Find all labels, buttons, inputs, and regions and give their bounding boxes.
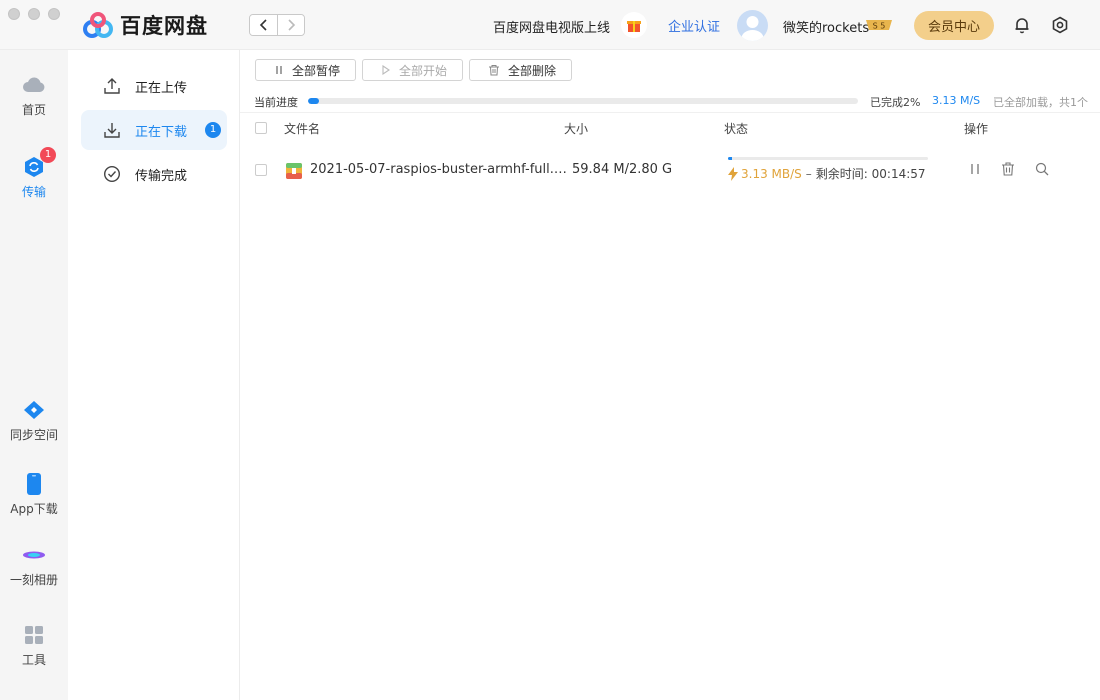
lightning-icon bbox=[728, 166, 738, 181]
transfer-badge: 1 bbox=[40, 147, 56, 163]
rail-label: 同步空间 bbox=[9, 428, 58, 442]
chevron-left-icon bbox=[259, 19, 267, 31]
check-circle-icon bbox=[103, 165, 121, 183]
tv-promo-link[interactable]: 百度网盘电视版上线 bbox=[493, 17, 610, 36]
rail-item-home[interactable]: 首页 bbox=[0, 73, 68, 118]
trash-icon bbox=[489, 65, 500, 76]
download-count-badge: 1 bbox=[205, 122, 221, 138]
chevron-right-icon bbox=[288, 19, 296, 31]
row-separator: – bbox=[805, 166, 812, 181]
pause-icon[interactable] bbox=[969, 162, 981, 176]
gift-button[interactable] bbox=[621, 12, 647, 38]
row-speed: 3.13 MB/S bbox=[741, 166, 802, 181]
start-all-label: 全部开始 bbox=[399, 63, 448, 78]
progress-total-text: 已全部加载，共1个 bbox=[993, 96, 1088, 109]
search-icon[interactable] bbox=[1035, 162, 1049, 176]
row-status: 3.13 MB/S – 剩余时间: 00:14:57 bbox=[728, 165, 926, 182]
trash-icon[interactable] bbox=[1001, 162, 1015, 176]
progress-label: 当前进度 bbox=[254, 96, 298, 109]
toolbar: 全部暂停 全部开始 全部删除 bbox=[255, 59, 578, 81]
row-checkbox[interactable] bbox=[255, 164, 267, 176]
upload-icon bbox=[104, 78, 120, 94]
rail-label: 一刻相册 bbox=[9, 573, 58, 587]
left-rail: 首页 1 传输 同步空间 App下载 一刻相册 工具 bbox=[0, 50, 68, 700]
subnav-label: 传输完成 bbox=[135, 168, 188, 184]
phone-icon bbox=[27, 473, 41, 495]
rail-label: 工具 bbox=[21, 653, 46, 667]
bell-icon[interactable] bbox=[1013, 16, 1031, 34]
rail-icon-wrap: 1 bbox=[22, 147, 56, 179]
app-name: 百度网盘 bbox=[120, 14, 208, 38]
row-remaining-time: 剩余时间: 00:14:57 bbox=[815, 167, 926, 181]
user-avatar-icon bbox=[741, 16, 764, 41]
subnav-uploading[interactable]: 正在上传 bbox=[81, 66, 227, 106]
row-progress-track bbox=[728, 157, 928, 160]
transfer-subnav: 正在上传 正在下载 1 传输完成 bbox=[68, 50, 240, 700]
gift-icon bbox=[627, 21, 641, 32]
subnav-downloading[interactable]: 正在下载 1 bbox=[81, 110, 227, 150]
main-panel: 全部暂停 全部开始 全部删除 当前进度 已完成2% 3.13 M/S 已全部加载… bbox=[240, 50, 1100, 700]
pause-all-label: 全部暂停 bbox=[292, 63, 341, 78]
rail-label: 首页 bbox=[21, 103, 46, 117]
rail-label: App下载 bbox=[10, 502, 58, 516]
forward-button[interactable] bbox=[277, 15, 304, 35]
overall-progress: 当前进度 已完成2% 3.13 M/S 已全部加载，共1个 bbox=[240, 89, 1100, 113]
header-actions: 操作 bbox=[964, 122, 989, 136]
table-row[interactable]: 2021-05-07-raspios-buster-armhf-full.zip… bbox=[240, 150, 1100, 190]
subnav-label: 正在上传 bbox=[135, 80, 188, 96]
progress-track bbox=[308, 98, 858, 104]
delete-all-label: 全部删除 bbox=[508, 63, 557, 78]
vip-badge-text: S 5 bbox=[873, 22, 886, 31]
play-icon bbox=[382, 65, 391, 75]
title-bar: 百度网盘 百度网盘电视版上线 企业认证 微笑的rockets S 5 会员中心 bbox=[0, 0, 1100, 50]
header-status: 状态 bbox=[724, 122, 749, 136]
avatar[interactable] bbox=[737, 10, 768, 41]
enterprise-verify-link[interactable]: 企业认证 bbox=[668, 16, 720, 35]
window-close-button[interactable] bbox=[8, 8, 20, 20]
rail-item-album[interactable]: 一刻相册 bbox=[0, 543, 68, 588]
header-filename: 文件名 bbox=[284, 122, 321, 136]
gear-icon[interactable] bbox=[1051, 16, 1069, 34]
progress-speed: 3.13 M/S bbox=[932, 94, 981, 107]
header-size: 大小 bbox=[564, 122, 589, 136]
rail-item-transfer[interactable]: 1 传输 bbox=[0, 147, 68, 200]
rail-item-sync-space[interactable]: 同步空间 bbox=[0, 398, 68, 443]
progress-fill bbox=[308, 98, 319, 104]
vip-level-icon: S 5 bbox=[866, 20, 892, 31]
sync-space-icon bbox=[24, 401, 44, 419]
tools-icon bbox=[25, 626, 43, 644]
back-button[interactable] bbox=[250, 15, 277, 35]
file-size: 59.84 M/2.80 G bbox=[572, 162, 673, 177]
table-header: 文件名 大小 状态 操作 bbox=[240, 116, 1100, 140]
history-nav bbox=[249, 14, 305, 36]
username[interactable]: 微笑的rockets bbox=[783, 17, 869, 36]
file-name[interactable]: 2021-05-07-raspios-buster-armhf-full.zip bbox=[310, 162, 568, 177]
album-icon bbox=[23, 551, 45, 559]
cloud-icon bbox=[23, 77, 45, 92]
app-logo: 百度网盘 bbox=[82, 10, 208, 40]
row-progress-fill bbox=[728, 157, 732, 160]
zip-file-icon bbox=[286, 163, 302, 179]
pause-all-button[interactable]: 全部暂停 bbox=[255, 59, 357, 81]
subnav-label: 正在下载 bbox=[135, 124, 188, 140]
window-minimize-button[interactable] bbox=[28, 8, 40, 20]
pause-icon bbox=[276, 66, 282, 74]
rail-item-app-download[interactable]: App下载 bbox=[0, 472, 68, 517]
start-all-button[interactable]: 全部开始 bbox=[362, 59, 464, 81]
baidu-netdisk-logo-icon bbox=[83, 12, 113, 38]
delete-all-button[interactable]: 全部删除 bbox=[469, 59, 573, 81]
progress-done-text: 已完成2% bbox=[870, 96, 921, 109]
member-center-button[interactable]: 会员中心 bbox=[914, 11, 994, 40]
select-all-checkbox[interactable] bbox=[255, 122, 267, 134]
download-icon bbox=[104, 123, 120, 138]
rail-item-tools[interactable]: 工具 bbox=[0, 623, 68, 668]
subnav-completed[interactable]: 传输完成 bbox=[81, 154, 227, 194]
rail-label: 传输 bbox=[21, 185, 46, 199]
window-zoom-button[interactable] bbox=[48, 8, 60, 20]
